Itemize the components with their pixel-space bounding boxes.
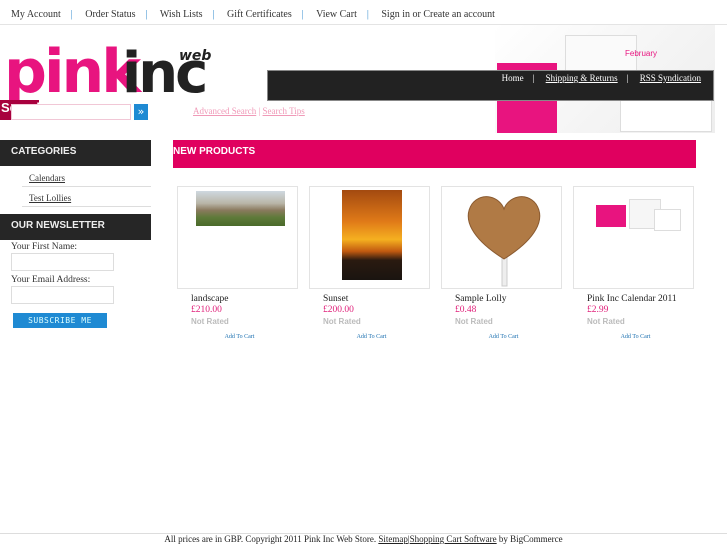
calendar-card xyxy=(654,209,681,231)
product-price: £0.48 xyxy=(455,305,477,315)
product-name[interactable]: Sample Lolly xyxy=(455,294,562,304)
logo[interactable]: pink inc web xyxy=(4,30,219,105)
nav-shipping-returns[interactable]: Shipping & Returns xyxy=(546,73,618,83)
product-card: Sample Lolly £0.48 Not Rated Add To Cart xyxy=(441,186,562,340)
email-input[interactable] xyxy=(11,286,114,304)
product-image-link[interactable] xyxy=(177,186,298,289)
powered-by-text: by BigCommerce xyxy=(498,534,563,544)
nav-home[interactable]: Home xyxy=(502,73,524,83)
search-input[interactable] xyxy=(11,104,131,120)
search-button[interactable]: » xyxy=(134,104,148,120)
search-tips-link[interactable]: Search Tips xyxy=(263,106,305,116)
product-image-link[interactable] xyxy=(573,186,694,289)
product-price: £200.00 xyxy=(323,305,354,315)
categories-heading: CATEGORIES xyxy=(0,140,151,166)
sign-in-link[interactable]: Sign in or Create an account xyxy=(381,9,495,20)
separator: | xyxy=(258,106,261,116)
product-rating: Not Rated xyxy=(587,317,625,326)
product-card: Pink Inc Calendar 2011 £2.99 Not Rated A… xyxy=(573,186,694,340)
svg-text:web: web xyxy=(179,48,211,64)
product-image-sunset xyxy=(342,190,402,280)
add-to-cart-link[interactable]: Add To Cart xyxy=(177,334,298,340)
first-name-input[interactable] xyxy=(11,253,114,271)
product-name[interactable]: Pink Inc Calendar 2011 xyxy=(587,294,694,304)
copyright-text: All prices are in GBP. Copyright 2011 Pi… xyxy=(164,534,377,544)
add-to-cart-link[interactable]: Add To Cart xyxy=(441,334,562,340)
new-products-heading: NEW PRODUCTS xyxy=(173,140,696,168)
product-name[interactable]: Sunset xyxy=(323,294,430,304)
subscribe-button[interactable]: SUBSCRIBE ME xyxy=(13,313,107,328)
product-image-link[interactable] xyxy=(441,186,562,289)
product-rating: Not Rated xyxy=(323,317,361,326)
page-nav-bar: Home | Shipping & Returns | RSS Syndicatio… xyxy=(267,70,714,101)
order-status-link[interactable]: Order Status xyxy=(85,9,135,20)
product-card: Sunset £200.00 Not Rated Add To Cart xyxy=(309,186,430,340)
wish-lists-link[interactable]: Wish Lists xyxy=(160,9,203,20)
product-name[interactable]: landscape xyxy=(191,294,298,304)
category-calendars[interactable]: Calendars xyxy=(29,173,65,183)
product-image-lolly xyxy=(467,196,541,287)
category-item: Test Lollies xyxy=(22,188,151,207)
sitemap-link[interactable]: Sitemap xyxy=(378,534,408,544)
add-to-cart-link[interactable]: Add To Cart xyxy=(309,334,430,340)
view-cart-link[interactable]: View Cart xyxy=(316,9,357,20)
product-image-link[interactable] xyxy=(309,186,430,289)
newsletter-heading: OUR NEWSLETTER xyxy=(0,214,151,240)
product-image-landscape xyxy=(196,191,285,226)
shopping-cart-software-link[interactable]: Shopping Cart Software xyxy=(410,534,497,544)
search-links: Advanced Search | Search Tips xyxy=(193,106,305,116)
product-price: £2.99 xyxy=(587,305,609,315)
product-rating: Not Rated xyxy=(455,317,493,326)
first-name-label: Your First Name: xyxy=(11,242,78,252)
footer: All prices are in GBP. Copyright 2011 Pi… xyxy=(0,534,727,544)
advanced-search-link[interactable]: Advanced Search xyxy=(193,106,256,116)
product-image-calendar xyxy=(596,205,626,227)
product-rating: Not Rated xyxy=(191,317,229,326)
top-nav: My Account | Order Status | Wish Lists | Gi… xyxy=(11,9,495,20)
product-card: landscape £210.00 Not Rated Add To Cart xyxy=(177,186,298,340)
my-account-link[interactable]: My Account xyxy=(11,9,61,20)
category-item: Calendars xyxy=(22,168,151,187)
product-price: £210.00 xyxy=(191,305,222,315)
nav-rss[interactable]: RSS Syndication xyxy=(640,73,701,83)
promo-month: February xyxy=(625,49,658,58)
email-label: Your Email Address: xyxy=(11,275,91,285)
add-to-cart-link[interactable]: Add To Cart xyxy=(573,334,694,340)
category-test-lollies[interactable]: Test Lollies xyxy=(29,193,71,203)
gift-certificates-link[interactable]: Gift Certificates xyxy=(227,9,292,20)
